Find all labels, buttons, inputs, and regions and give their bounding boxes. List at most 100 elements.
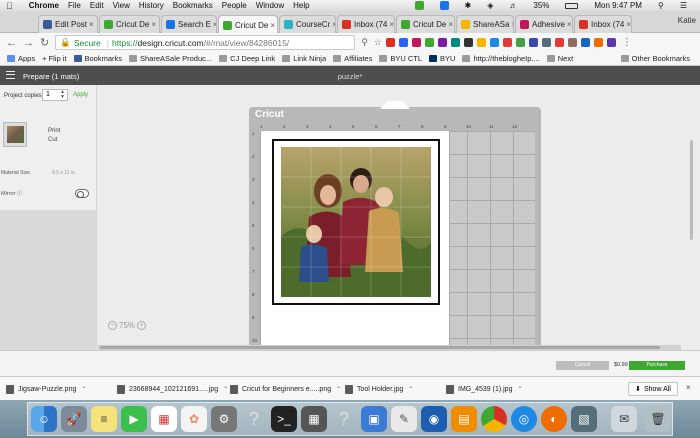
family-photo-image[interactable] [281, 147, 431, 297]
sketch-icon[interactable]: ✎ [391, 406, 417, 432]
zoom-icon[interactable]: ⚲ [361, 37, 368, 48]
download-item[interactable]: Jigsaw-Puzzle.png ⌃ [6, 382, 111, 396]
tab-close-icon[interactable]: × [268, 21, 275, 30]
profile-button[interactable]: Katie [678, 16, 696, 25]
chevron-up-icon[interactable]: ⌃ [336, 386, 341, 393]
tab-2[interactable]: Search E× [161, 15, 217, 33]
bookmark-link-ninja[interactable]: Link Ninja [282, 54, 326, 63]
bookmark-shareasale[interactable]: ShareASale Produc... [129, 54, 212, 63]
wifi-icon[interactable]: ◈ [487, 1, 493, 10]
url-input[interactable]: 🔒 Secure | https:// design.cricut.com /#… [55, 35, 356, 50]
copies-stepper-icon[interactable]: ▲ ▼ [60, 90, 65, 100]
chrome-menu-icon[interactable]: ⋮ [622, 37, 632, 48]
apple-icon[interactable]:  [6, 1, 13, 11]
chevron-up-icon[interactable]: ⌃ [81, 386, 86, 393]
menu-help[interactable]: Help [293, 1, 309, 10]
extension-icon[interactable] [489, 38, 499, 47]
bookmark-next[interactable]: Next [546, 54, 573, 63]
chevron-up-icon[interactable]: ⌃ [517, 386, 522, 393]
tab-3-active[interactable]: Cricut De × [218, 15, 278, 34]
menu-window[interactable]: Window [256, 1, 284, 10]
preview-icon[interactable]: ▣ [361, 406, 387, 432]
battery-icon[interactable] [565, 2, 579, 9]
menu-view[interactable]: View [113, 1, 130, 10]
tab-close-icon[interactable]: × [509, 20, 513, 29]
bookmark-byu[interactable]: BYU [429, 54, 455, 63]
extension-icon[interactable] [580, 38, 590, 47]
status-icon-blue[interactable] [439, 1, 449, 10]
notes-icon[interactable]: ≡ [91, 406, 117, 432]
extension-icon[interactable] [567, 38, 577, 47]
download-item[interactable]: IMG_4539 (1).jpg ⌃ [446, 382, 551, 396]
extension-icon[interactable] [437, 38, 447, 47]
menu-history[interactable]: History [139, 1, 164, 10]
extension-icon[interactable] [424, 38, 434, 47]
tab-close-icon[interactable]: × [624, 20, 631, 29]
tab-6[interactable]: Cricut De × [396, 15, 455, 33]
facetime-icon[interactable]: ▶ [121, 406, 147, 432]
tab-close-icon[interactable]: × [387, 20, 394, 29]
tab-5[interactable]: Inbox (74 × [337, 15, 395, 33]
extension-icon[interactable] [554, 38, 564, 47]
extension-icon[interactable] [398, 38, 408, 47]
scrollbar-thumb[interactable] [100, 346, 660, 349]
bookmark-cj-deep-link[interactable]: CJ Deep Link [219, 54, 275, 63]
bookmark-apps[interactable]: Apps [7, 54, 35, 63]
photos-app-icon[interactable]: ✿ [181, 406, 207, 432]
tab-close-icon[interactable]: × [87, 20, 94, 29]
bluetooth-icon[interactable]: ✱ [465, 1, 472, 10]
other-bookmarks[interactable]: Other Bookmarks [620, 54, 690, 63]
extension-icon[interactable] [541, 38, 551, 47]
extension-icon[interactable] [593, 38, 603, 47]
spotlight-icon[interactable]: ⚲ [658, 1, 664, 10]
books-icon[interactable]: ▤ [451, 406, 477, 432]
firefox-icon[interactable]: ◐ [541, 406, 567, 432]
help-icon[interactable]: ? [241, 406, 267, 432]
close-downloads-icon[interactable]: × [686, 383, 691, 392]
help-icon[interactable]: ? [331, 406, 357, 432]
menu-app-name[interactable]: Chrome [29, 1, 59, 10]
show-all-downloads-button[interactable]: ⬇ Show All [628, 382, 678, 396]
cancel-button[interactable]: Cancel [556, 361, 609, 370]
trash-icon[interactable]: 🗑 [645, 406, 671, 432]
bookmark-affiliates[interactable]: Affiliates [333, 54, 372, 63]
extension-icon[interactable] [528, 38, 538, 47]
mail-icon[interactable]: ✉ [611, 406, 637, 432]
tab-9[interactable]: Inbox (74 × [574, 15, 632, 33]
material-size-select[interactable]: 8.5 x 11 in. [52, 170, 76, 176]
volume-icon[interactable]: ♬ [509, 1, 517, 10]
mat-thumbnail[interactable] [3, 122, 27, 147]
tab-1[interactable]: Cricut De × [99, 15, 160, 33]
apply-button[interactable]: Apply [73, 92, 88, 98]
download-item[interactable]: Tool Holder.jpg ⌃ [345, 382, 440, 396]
forward-icon[interactable]: → [23, 37, 34, 49]
extension-acrobat-icon[interactable] [385, 38, 395, 47]
clock[interactable]: Mon 9:47 PM [594, 1, 642, 10]
zoom-in-icon[interactable]: + [137, 321, 147, 330]
tab-close-icon[interactable]: × [149, 20, 156, 29]
status-icon-green[interactable] [414, 1, 424, 10]
bookmark-bloghelp[interactable]: http://theblogheIp.... [462, 54, 540, 63]
menu-list-icon[interactable]: ☰ [680, 1, 687, 10]
menu-people[interactable]: People [222, 1, 247, 10]
launchpad-icon[interactable]: 🚀 [61, 406, 87, 432]
zoom-out-icon[interactable]: − [108, 321, 117, 330]
menu-edit[interactable]: Edit [90, 1, 104, 10]
system-preferences-icon[interactable]: ⚙ [211, 406, 237, 432]
download-item[interactable]: Cricut for Beginners e.....png ⌃ [230, 382, 341, 396]
vertical-scrollbar[interactable] [690, 140, 693, 240]
tab-close-icon[interactable]: × [211, 20, 216, 29]
calculator-icon[interactable]: ▦ [301, 406, 327, 432]
extension-pinterest-icon[interactable] [502, 38, 512, 47]
tab-close-icon[interactable]: × [565, 20, 572, 29]
tab-0[interactable]: Edit Post × [38, 15, 98, 33]
extension-icon[interactable] [450, 38, 460, 47]
purchase-button[interactable]: Purchase [629, 361, 685, 370]
bookmark-flip-it[interactable]: + Flip it [42, 54, 66, 63]
download-item[interactable]: 23668944_102121691.....jpg ⌃ [117, 382, 228, 396]
calendar-icon[interactable]: ▦ [151, 406, 177, 432]
extension-icon[interactable] [463, 38, 473, 47]
mirror-toggle[interactable] [75, 189, 89, 198]
extension-icon[interactable] [606, 38, 616, 47]
project-copies-input[interactable]: 1 ▲ ▼ [42, 89, 68, 101]
